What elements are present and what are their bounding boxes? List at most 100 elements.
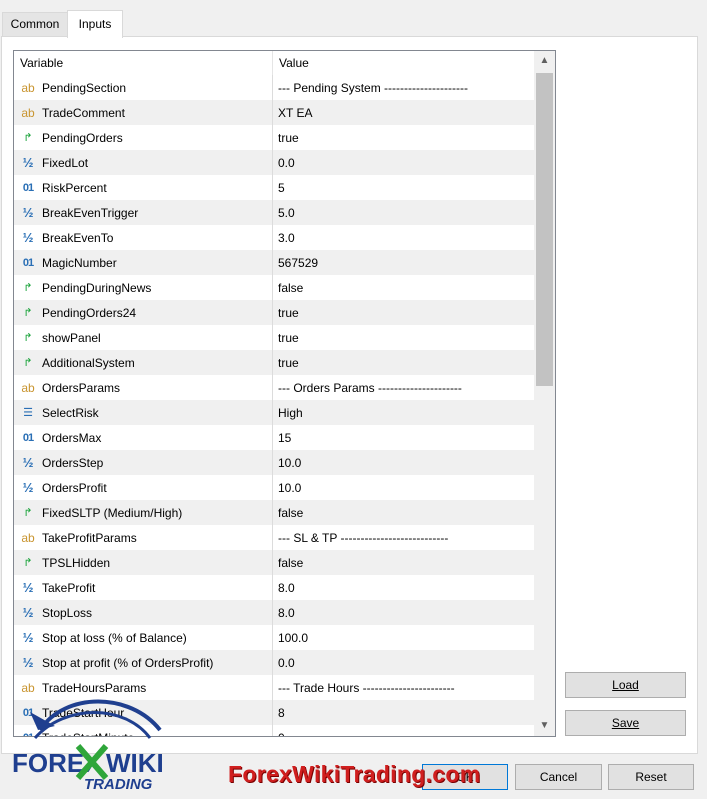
- save-button-label: Save: [611, 716, 640, 730]
- forexwiki-logo: FOREX WIKI TRADING: [12, 699, 164, 792]
- value-cell[interactable]: false: [273, 500, 534, 525]
- value-cell[interactable]: true: [273, 300, 534, 325]
- table-row[interactable]: ½ BreakEvenTo 3.0: [14, 225, 534, 250]
- table-row[interactable]: ½ OrdersProfit 10.0: [14, 475, 534, 500]
- value-cell[interactable]: 5.0: [273, 200, 534, 225]
- value-cell[interactable]: false: [273, 550, 534, 575]
- double-icon: ½: [22, 605, 34, 620]
- value-cell[interactable]: 0.0: [273, 650, 534, 675]
- variable-cell: ↱ TPSLHidden: [14, 550, 273, 575]
- value-cell[interactable]: 15: [273, 425, 534, 450]
- variable-cell: ½ BreakEvenTrigger: [14, 200, 273, 225]
- table-row[interactable]: ↱ PendingDuringNews false: [14, 275, 534, 300]
- variable-cell: ab PendingSection: [14, 75, 273, 100]
- value-cell[interactable]: true: [273, 325, 534, 350]
- variable-name: StopLoss: [42, 605, 93, 620]
- table-row[interactable]: ½ StopLoss 8.0: [14, 600, 534, 625]
- value-cell[interactable]: 8.0: [273, 600, 534, 625]
- table-row[interactable]: 01 MagicNumber 567529: [14, 250, 534, 275]
- cancel-button[interactable]: Cancel: [515, 764, 602, 790]
- string-icon: ab: [21, 380, 35, 395]
- variable-cell: ↱ PendingDuringNews: [14, 275, 273, 300]
- tab-bar: Common Inputs: [0, 0, 707, 38]
- value-cell[interactable]: 8: [273, 700, 534, 725]
- table-row[interactable]: ↱ showPanel true: [14, 325, 534, 350]
- value-cell[interactable]: false: [273, 275, 534, 300]
- table-row[interactable]: ½ FixedLot 0.0: [14, 150, 534, 175]
- int-icon: 01: [22, 256, 34, 269]
- variable-cell: 01 RiskPercent: [14, 175, 273, 200]
- scroll-thumb[interactable]: [536, 73, 553, 386]
- table-row[interactable]: ↱ PendingOrders true: [14, 125, 534, 150]
- tab-common[interactable]: Common: [2, 12, 68, 36]
- table-row[interactable]: ½ OrdersStep 10.0: [14, 450, 534, 475]
- table-row[interactable]: ab PendingSection --- Pending System -----…: [14, 75, 534, 100]
- value-cell[interactable]: 8.0: [273, 575, 534, 600]
- variable-name: PendingSection: [42, 80, 127, 95]
- column-header-value[interactable]: Value: [273, 51, 309, 75]
- value-cell[interactable]: --- Trade Hours -----------------------: [273, 675, 534, 700]
- table-row[interactable]: ↱ TPSLHidden false: [14, 550, 534, 575]
- variable-name: FixedSLTP (Medium/High): [42, 505, 183, 520]
- save-button[interactable]: Save: [565, 710, 686, 736]
- double-icon: ½: [22, 205, 34, 220]
- value-cell[interactable]: 3.0: [273, 225, 534, 250]
- variable-cell: ab TakeProfitParams: [14, 525, 273, 550]
- table-row[interactable]: ½ Stop at loss (% of Balance) 100.0: [14, 625, 534, 650]
- table-row[interactable]: ↱ FixedSLTP (Medium/High) false: [14, 500, 534, 525]
- vertical-scrollbar[interactable]: ▲ ▼: [534, 51, 555, 736]
- bool-icon: ↱: [23, 332, 33, 344]
- table-row[interactable]: ↱ PendingOrders24 true: [14, 300, 534, 325]
- value-cell[interactable]: 5: [273, 175, 534, 200]
- scroll-down-icon[interactable]: ▼: [534, 716, 555, 736]
- table-row[interactable]: ab TradeComment XT EA: [14, 100, 534, 125]
- variable-name: OrdersStep: [42, 455, 104, 470]
- variable-cell: ↱ PendingOrders: [14, 125, 273, 150]
- value-cell[interactable]: true: [273, 350, 534, 375]
- load-button[interactable]: Load: [565, 672, 686, 698]
- table-row[interactable]: 01 OrdersMax 15: [14, 425, 534, 450]
- value-cell[interactable]: XT EA: [273, 100, 534, 125]
- table-row[interactable]: ☰ SelectRisk High: [14, 400, 534, 425]
- table-row[interactable]: ½ BreakEvenTrigger 5.0: [14, 200, 534, 225]
- grid-header: Variable Value: [14, 51, 534, 75]
- double-icon: ½: [22, 630, 34, 645]
- variable-name: TakeProfit: [42, 580, 96, 595]
- value-cell[interactable]: 10.0: [273, 475, 534, 500]
- value-cell[interactable]: 10.0: [273, 450, 534, 475]
- variable-name: SelectRisk: [42, 405, 99, 420]
- value-cell[interactable]: true: [273, 125, 534, 150]
- value-cell[interactable]: High: [273, 400, 534, 425]
- value-cell[interactable]: --- Orders Params ---------------------: [273, 375, 534, 400]
- table-row[interactable]: ½ TakeProfit 8.0: [14, 575, 534, 600]
- variable-cell: 01 MagicNumber: [14, 250, 273, 275]
- variable-cell: ½ BreakEvenTo: [14, 225, 273, 250]
- variable-name: OrdersMax: [42, 430, 102, 445]
- variable-cell: ½ OrdersProfit: [14, 475, 273, 500]
- value-cell[interactable]: 567529: [273, 250, 534, 275]
- variable-cell: ☰ SelectRisk: [14, 400, 273, 425]
- tab-inputs[interactable]: Inputs: [67, 10, 123, 38]
- value-cell[interactable]: --- Pending System ---------------------: [273, 75, 534, 100]
- table-row[interactable]: 01 RiskPercent 5: [14, 175, 534, 200]
- value-cell[interactable]: 0.0: [273, 150, 534, 175]
- variable-cell: ½ OrdersStep: [14, 450, 273, 475]
- variable-name: BreakEvenTrigger: [42, 205, 139, 220]
- variable-name: PendingDuringNews: [42, 280, 152, 295]
- variable-name: AdditionalSystem: [42, 355, 135, 370]
- variable-name: FixedLot: [42, 155, 89, 170]
- value-cell[interactable]: 100.0: [273, 625, 534, 650]
- watermark-site-text: ForexWikiTrading.com: [228, 761, 481, 787]
- logo-text-wiki: WIKI: [106, 748, 164, 778]
- table-row[interactable]: ab OrdersParams --- Orders Params --------…: [14, 375, 534, 400]
- value-cell[interactable]: 0: [273, 725, 534, 737]
- table-row[interactable]: ab TakeProfitParams --- SL & TP ----------…: [14, 525, 534, 550]
- value-cell[interactable]: --- SL & TP ---------------------------: [273, 525, 534, 550]
- table-row[interactable]: ↱ AdditionalSystem true: [14, 350, 534, 375]
- column-header-variable[interactable]: Variable: [14, 51, 273, 75]
- bool-icon: ↱: [23, 282, 33, 294]
- bool-icon: ↱: [23, 132, 33, 144]
- scroll-up-icon[interactable]: ▲: [534, 51, 555, 71]
- reset-button[interactable]: Reset: [608, 764, 694, 790]
- table-row[interactable]: ½ Stop at profit (% of OrdersProfit) 0.0: [14, 650, 534, 675]
